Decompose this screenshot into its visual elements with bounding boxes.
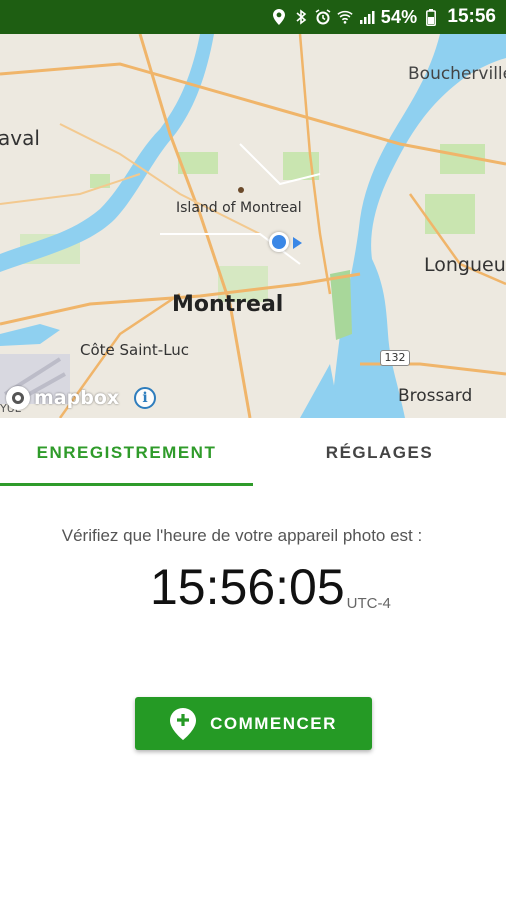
map-view[interactable]: aval Boucherville Island of Montreal Mon…: [0, 34, 506, 418]
alarm-icon: [315, 9, 331, 25]
start-button-label: COMMENCER: [210, 713, 337, 733]
battery-percent: 54%: [380, 6, 418, 27]
status-time: 15:56: [447, 6, 496, 27]
signal-icon: [359, 9, 375, 25]
island-park: [330, 270, 352, 340]
bearing-arrow-icon: [293, 237, 302, 249]
map-info-button[interactable]: i: [134, 387, 156, 409]
route-shield: 132: [380, 350, 410, 366]
map-label-montreal: Montreal: [172, 292, 284, 317]
mapbox-logo-icon: [6, 386, 30, 410]
tab-reglages[interactable]: RÉGLAGES: [253, 418, 506, 488]
river-water: [300, 364, 340, 418]
map-label-boucherville: Boucherville: [408, 64, 506, 84]
mapbox-attribution[interactable]: mapbox: [6, 386, 119, 410]
poi-marker: [238, 187, 244, 193]
clock-time: 15:56:05: [150, 559, 345, 615]
location-icon: [271, 9, 287, 25]
bluetooth-icon: [293, 9, 309, 25]
clock-display: 15:56:05 UTC-4: [150, 556, 391, 616]
tab-enregistrement[interactable]: ENREGISTREMENT: [0, 418, 253, 488]
tab-label: ENREGISTREMENT: [36, 443, 217, 462]
tab-label: RÉGLAGES: [325, 443, 434, 462]
river-water: [330, 34, 506, 418]
park-area: [425, 194, 475, 234]
mapbox-wordmark: mapbox: [34, 387, 120, 409]
map-label-brossard: Brossard: [398, 386, 473, 406]
clock-timezone: UTC-4: [346, 595, 391, 612]
lake-water: [0, 324, 60, 346]
start-button[interactable]: COMMENCER: [135, 697, 372, 750]
current-location-marker: [269, 232, 289, 252]
map-graphics: [0, 34, 506, 418]
map-label-longueuil: Longueuil: [424, 254, 506, 276]
camera-time-instruction: Vérifiez que l'heure de votre appareil p…: [61, 526, 423, 545]
wifi-icon: [337, 9, 353, 25]
map-label-laval: aval: [0, 126, 40, 150]
status-bar: 54% 15:56: [0, 0, 506, 34]
map-label-cote-saint-luc: Côte Saint-Luc: [80, 341, 190, 359]
battery-icon: [423, 8, 439, 26]
map-label-island: Island of Montreal: [176, 200, 302, 216]
tab-bar: ENREGISTREMENT RÉGLAGES: [0, 418, 506, 488]
map-pin-plus-icon: [170, 707, 197, 740]
tab-active-indicator: [0, 483, 253, 486]
